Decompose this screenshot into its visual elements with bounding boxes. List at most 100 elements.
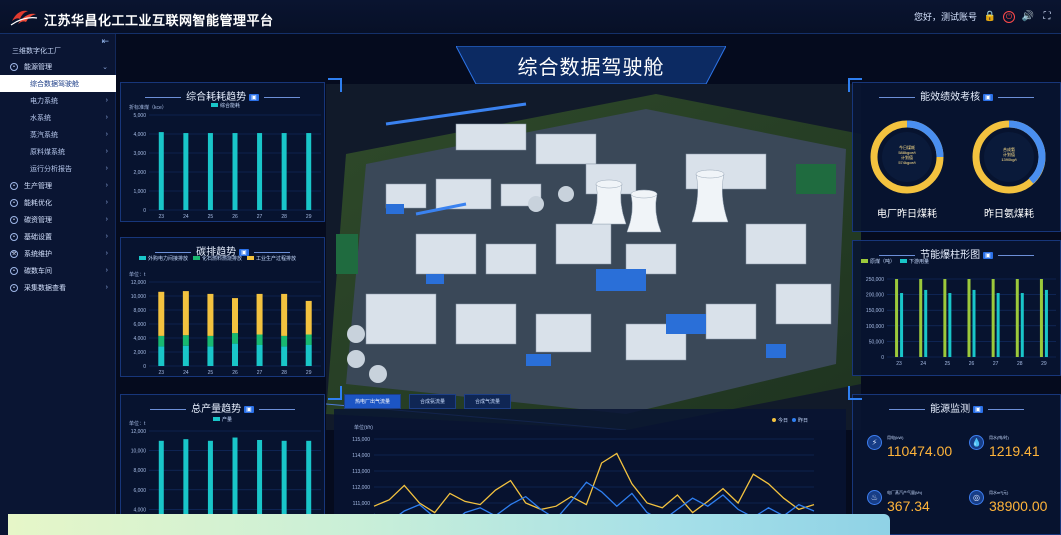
sidebar-item-5[interactable]: 原料煤系统 › xyxy=(0,143,116,160)
bar xyxy=(1015,279,1019,357)
fullscreen-icon[interactable]: ⛶ xyxy=(1041,11,1053,23)
y-tick-label: 12,000 xyxy=(131,429,147,435)
legend-label: 下游用量 xyxy=(909,258,929,265)
bar-segment xyxy=(158,291,165,336)
y-tick-label: 4,000 xyxy=(133,132,146,138)
bar-segment xyxy=(305,334,312,345)
meter-icon: ◎ xyxy=(969,490,984,505)
bar xyxy=(996,293,1000,357)
sidebar-item-7[interactable]: • 生产管理 › xyxy=(0,177,116,194)
kpi-title: 能效绩效考核 ▣ xyxy=(853,88,1060,103)
bar xyxy=(1044,289,1048,357)
bar-segment xyxy=(158,346,165,366)
y-axis-label: 单位(t/h) xyxy=(354,424,373,431)
y-axis-label: 折标准煤（kce） xyxy=(129,104,167,111)
chevron-right-icon: › xyxy=(105,165,108,172)
y-tick-label: 112,000 xyxy=(352,485,370,491)
sidebar-item-10[interactable]: • 基础设置 › xyxy=(0,228,116,245)
legend-swatch xyxy=(213,417,220,421)
dashboard-main: 综合数据驾驶舱 综合耗耗趋势 ▣ 综合能耗 折标准煤（kce） 5,000 4,000 3… xyxy=(116,34,1061,535)
x-tick-label: 29 xyxy=(306,370,312,376)
sidebar: ⇤ 三维数字化工厂 • 能源管理 ⌄ 综合数据驾驶舱 电力系统 › 水系统 › 蒸汽系统 › 原料煤… xyxy=(0,34,116,535)
bar-segment xyxy=(182,291,189,336)
steam-icon: ♨ xyxy=(867,490,882,505)
y-tick-label: 0 xyxy=(881,355,884,361)
chevron-right-icon: › xyxy=(105,250,108,257)
x-tick-label: 28 xyxy=(281,214,287,220)
circle-icon: • xyxy=(10,266,18,275)
sidebar-item-9[interactable]: • 碳资管理 › xyxy=(0,211,116,228)
factory-3d-scene[interactable] xyxy=(326,84,861,430)
y-tick-label: 200,000 xyxy=(866,293,884,299)
bar xyxy=(1020,293,1024,357)
legend-label: 化石燃料燃烧排放 xyxy=(202,255,242,262)
x-tick-label: 24 xyxy=(183,214,189,220)
bar-segment xyxy=(281,346,288,366)
frame-corner xyxy=(848,386,862,400)
sidebar-item-label: 生产管理 xyxy=(24,182,52,190)
sidebar-item-13[interactable]: • 采集数据查看 › xyxy=(0,279,116,296)
y-axis-label: 单位：t xyxy=(129,271,146,278)
x-tick-label: 23 xyxy=(896,361,902,367)
bar xyxy=(991,279,995,357)
chevron-right-icon: › xyxy=(105,148,108,155)
legend-swatch xyxy=(193,256,200,260)
tab-syngas-flow[interactable]: 合成气流量 xyxy=(464,394,512,409)
y-tick-label: 5,000 xyxy=(133,113,146,119)
gauge-2-label: 昨日氨煤耗 xyxy=(984,209,1034,220)
bar xyxy=(281,133,287,210)
sidebar-item-11[interactable]: ⚒ 系统维护 › xyxy=(0,245,116,262)
volume-icon[interactable]: 🔊 xyxy=(1022,11,1034,23)
chevron-right-icon: › xyxy=(105,284,108,291)
gauge-1-label: 电厂昨日煤耗 xyxy=(877,209,937,220)
y-tick-label: 4,000 xyxy=(133,336,146,342)
sidebar-item-8[interactable]: • 能耗优化 › xyxy=(0,194,116,211)
bar xyxy=(967,279,971,357)
chevron-right-icon: › xyxy=(105,97,108,104)
bar-segment xyxy=(232,298,238,334)
y-tick-label: 111,000 xyxy=(353,501,371,507)
chevron-right-icon: › xyxy=(105,199,108,206)
flow-tabs: 热电厂出气流量 合成氨流量 合成气流量 xyxy=(344,394,512,409)
x-tick-label: 26 xyxy=(232,214,238,220)
y-tick-label: 0 xyxy=(143,364,146,370)
sidebar-item-label: 原料煤系统 xyxy=(30,148,65,156)
sidebar-item-label: 蒸汽系统 xyxy=(30,131,58,139)
bar-segment xyxy=(182,345,189,366)
tab-plant-steam-flow[interactable]: 热电厂出气流量 xyxy=(344,394,402,409)
water-icon: 💧 xyxy=(969,435,984,450)
bar xyxy=(900,293,904,357)
sidebar-header[interactable]: 三维数字化工厂 xyxy=(12,46,61,56)
sidebar-item-2[interactable]: 电力系统 › xyxy=(0,92,116,109)
sidebar-item-0[interactable]: • 能源管理 ⌄ xyxy=(0,58,116,75)
tab-ammonia-flow[interactable]: 合成氨流量 xyxy=(409,394,457,409)
sidebar-item-4[interactable]: 蒸汽系统 › xyxy=(0,126,116,143)
x-tick-label: 23 xyxy=(159,370,165,376)
bar-segment xyxy=(305,345,312,366)
frame-corner xyxy=(328,386,342,400)
sidebar-item-1[interactable]: 综合数据驾驶舱 xyxy=(0,75,116,92)
sidebar-item-label: 综合数据驾驶舱 xyxy=(30,80,79,88)
bar-segment xyxy=(281,335,288,347)
y-tick-label: 12,000 xyxy=(131,280,147,286)
bar xyxy=(158,132,164,210)
carbon-trend-chart: 外购电力间接排放 化石燃料燃烧排放 工业生产过程排放单位：t 12,000 10,000… xyxy=(129,255,321,376)
sidebar-item-6[interactable]: 运行分析报告 › xyxy=(0,160,116,177)
chevron-right-icon: › xyxy=(105,182,108,189)
company-logo-icon xyxy=(10,10,38,26)
sidebar-item-3[interactable]: 水系统 › xyxy=(0,109,116,126)
power-icon[interactable]: ⏻ xyxy=(1003,10,1015,23)
app-title: 江苏华昌化工工业互联网智能管理平台 xyxy=(44,13,274,28)
y-tick-label: 1,000 xyxy=(133,189,146,195)
bar xyxy=(306,133,312,210)
sidebar-item-12[interactable]: • 碳数车间 › xyxy=(0,262,116,279)
chevron-right-icon: › xyxy=(105,233,108,240)
lock-icon[interactable]: 🔒 xyxy=(984,11,996,23)
chevron-down-icon: ⌄ xyxy=(102,63,108,71)
y-tick-label: 10,000 xyxy=(131,449,147,455)
energy-monitor-title: 能源监测 ▣ xyxy=(853,400,1060,415)
bolt-icon: ⚡ xyxy=(867,435,882,450)
menu-fold-icon[interactable]: ⇤ xyxy=(101,36,109,47)
x-tick-label: 29 xyxy=(1041,361,1047,367)
y-tick-label: 8,000 xyxy=(133,308,146,314)
